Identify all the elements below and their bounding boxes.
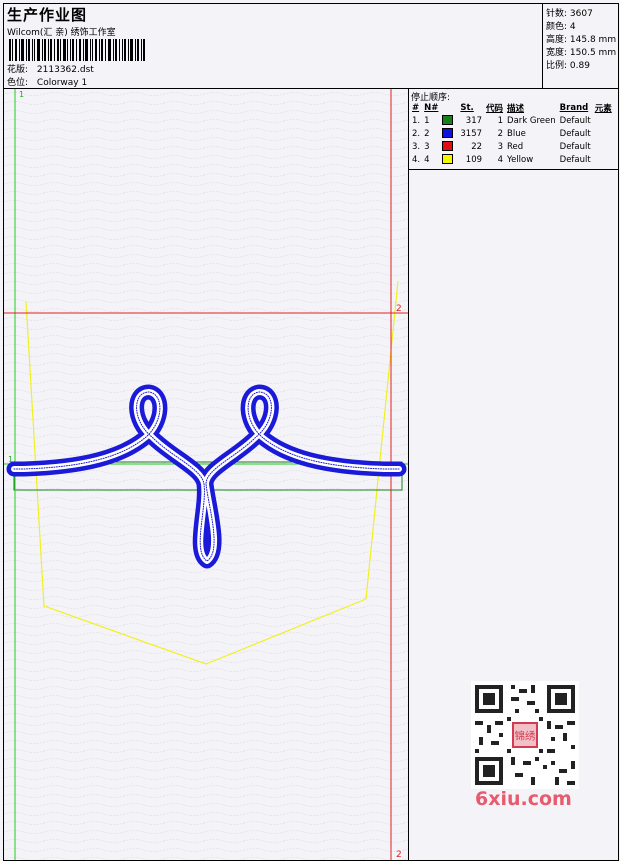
design-canvas: 1 1 2 2: [3, 88, 409, 861]
ratio-label: 比例:: [546, 61, 568, 71]
side-notes-panel: 锦绣 6xiu.com: [408, 169, 619, 861]
row-code: 2: [497, 128, 504, 139]
barcode-image: [9, 39, 145, 61]
table-row: 2. 2 3157 2 Blue Default: [410, 127, 614, 140]
row-seq: 1.: [412, 115, 421, 126]
width-label: 宽度:: [546, 48, 568, 58]
page-title: 生产作业图: [7, 6, 88, 24]
row-brand: Default: [559, 141, 591, 152]
row-brand: Default: [559, 128, 591, 139]
ratio-value: 0.89: [569, 61, 590, 71]
col-n: N#: [424, 102, 439, 113]
colorway-row: 色位: Colorway 1: [7, 75, 87, 88]
col-brand: Brand: [559, 102, 589, 113]
row-desc: Yellow: [507, 154, 534, 165]
row-n: 1: [424, 115, 430, 126]
green-guide-label-top: 1: [19, 90, 24, 99]
row-seq: 2.: [412, 128, 421, 139]
row-swatch: [440, 114, 458, 127]
table-row: 3. 3 22 3 Red Default: [410, 140, 614, 153]
row-element: [593, 153, 614, 166]
colors-label: 颜色:: [546, 22, 568, 32]
thread-table-header: # N# St. 代码 描述 Brand 元素: [410, 101, 614, 114]
row-element: [593, 127, 614, 140]
colors-value: 4: [569, 22, 576, 32]
row-seq: 4.: [412, 154, 421, 165]
row-element: [593, 140, 614, 153]
header-panel: 生产作业图 Wilcom(汇 亲) 绣饰工作室 花版: 2113362.dst …: [3, 3, 619, 89]
row-element: [593, 114, 614, 127]
design-file-row: 花版: 2113362.dst: [7, 62, 94, 75]
row-brand: Default: [559, 115, 591, 126]
embroidery-drawing: 1 1 2 2: [4, 89, 408, 860]
row-stitches: 22: [471, 141, 483, 152]
site-watermark: 6xiu.com: [475, 788, 572, 810]
row-swatch: [440, 140, 458, 153]
stitches-value: 3607: [569, 9, 593, 19]
col-element: 元素: [594, 103, 612, 114]
thread-list-panel: 停止顺序: # N# St. 代码 描述 Brand 元素 1. 1 317 1…: [408, 88, 619, 170]
stats-panel: 针数: 3607 颜色: 4 高度: 145.8 mm 宽度: 150.5 mm…: [542, 4, 619, 88]
col-desc: 描述: [507, 103, 525, 114]
row-swatch: [440, 127, 458, 140]
red-guide-label-mid: 2: [396, 304, 402, 314]
color-swatch-blue: [442, 128, 454, 139]
colorway-label: 色位:: [7, 78, 29, 88]
row-code: 3: [497, 141, 504, 152]
height-row: 高度: 145.8 mm: [546, 32, 616, 45]
row-code: 4: [497, 154, 504, 165]
color-swatch-red: [442, 141, 454, 152]
row-stitches: 109: [465, 154, 483, 165]
colors-row: 颜色: 4: [546, 19, 576, 32]
table-row: 4. 4 109 4 Yellow Default: [410, 153, 614, 166]
row-desc: Red: [507, 141, 524, 152]
col-seq: #: [412, 102, 420, 113]
design-file-label: 花版:: [7, 65, 29, 75]
row-n: 2: [424, 128, 430, 139]
qr-code-image: 锦绣: [471, 681, 579, 789]
row-n: 4: [424, 154, 430, 165]
company-name: Wilcom(汇 亲) 绣饰工作室: [7, 28, 116, 38]
row-desc: Blue: [507, 128, 526, 139]
red-guide-label-bottom: 2: [396, 850, 402, 860]
design-file-value: 2113362.dst: [36, 65, 94, 75]
width-value: 150.5 mm: [569, 48, 617, 58]
row-seq: 3.: [412, 141, 421, 152]
height-value: 145.8 mm: [569, 35, 617, 45]
color-swatch-yellow: [442, 154, 454, 165]
row-stitches: 3157: [460, 128, 483, 139]
col-swatch: [440, 101, 458, 114]
col-code: 代码: [486, 103, 504, 114]
row-code: 1: [497, 115, 504, 126]
row-brand: Default: [559, 154, 591, 165]
row-swatch: [440, 153, 458, 166]
thread-table: # N# St. 代码 描述 Brand 元素 1. 1 317 1 Dark …: [410, 101, 614, 166]
row-n: 3: [424, 141, 430, 152]
width-row: 宽度: 150.5 mm: [546, 45, 616, 58]
ratio-row: 比例: 0.89: [546, 58, 590, 71]
stitches-label: 针数:: [546, 9, 568, 19]
colorway-value: Colorway 1: [36, 78, 88, 88]
header-left: 生产作业图 Wilcom(汇 亲) 绣饰工作室 花版: 2113362.dst …: [4, 4, 542, 88]
qr-stamp-text: 锦绣: [515, 729, 536, 742]
color-swatch-dark-green: [442, 115, 454, 126]
row-desc: Dark Green: [507, 115, 556, 126]
table-row: 1. 1 317 1 Dark Green Default: [410, 114, 614, 127]
row-stitches: 317: [465, 115, 483, 126]
stitches-row: 针数: 3607: [546, 6, 593, 19]
height-label: 高度:: [546, 35, 568, 45]
col-stitches: St.: [460, 102, 474, 113]
